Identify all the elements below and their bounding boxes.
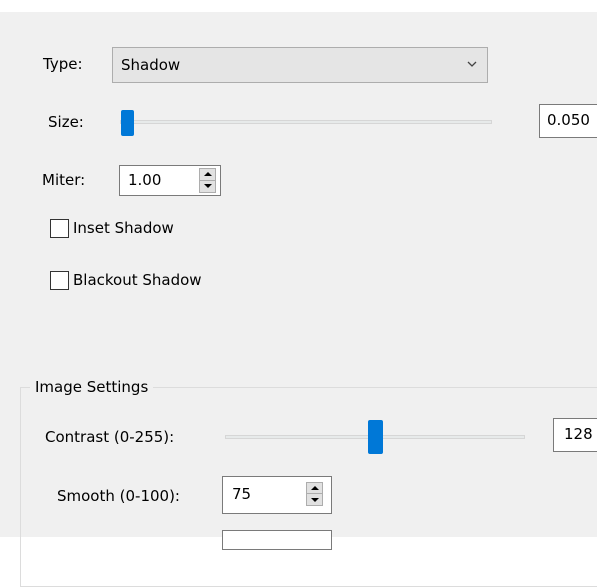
- next-field-input[interactable]: [222, 530, 332, 550]
- miter-label: Miter:: [42, 171, 86, 189]
- type-label: Type:: [43, 55, 83, 73]
- inset-shadow-checkbox[interactable]: [50, 219, 69, 238]
- smooth-spin-up[interactable]: [307, 483, 322, 494]
- type-dropdown-value: Shadow: [121, 56, 181, 74]
- size-label: Size:: [48, 113, 84, 131]
- spin-down-icon: [310, 497, 319, 502]
- smooth-input-value: 75: [232, 485, 252, 503]
- smooth-spin-down[interactable]: [307, 494, 322, 505]
- image-settings-title: Image Settings: [30, 378, 154, 396]
- miter-input-value: 1.00: [128, 171, 162, 189]
- contrast-label: Contrast (0-255):: [45, 428, 175, 446]
- contrast-input-value: 128: [564, 425, 593, 443]
- spin-down-icon: [203, 184, 212, 189]
- blackout-shadow-checkbox[interactable]: [50, 271, 69, 290]
- inset-shadow-label[interactable]: Inset Shadow: [73, 219, 174, 237]
- type-dropdown[interactable]: Shadow: [112, 47, 488, 83]
- size-slider-thumb[interactable]: [121, 110, 134, 136]
- spin-up-icon: [203, 172, 212, 177]
- miter-spin-down[interactable]: [200, 181, 215, 193]
- blackout-shadow-label[interactable]: Blackout Shadow: [73, 271, 202, 289]
- miter-spin-up[interactable]: [200, 169, 215, 181]
- contrast-input[interactable]: 128: [553, 418, 597, 452]
- chevron-down-icon: [467, 61, 477, 67]
- size-input[interactable]: 0.050: [539, 104, 597, 138]
- contrast-slider-thumb[interactable]: [368, 420, 383, 454]
- size-input-value: 0.050: [547, 111, 590, 129]
- smooth-label: Smooth (0-100):: [57, 487, 180, 505]
- miter-spinner[interactable]: [199, 168, 216, 193]
- smooth-spinner[interactable]: [306, 482, 323, 506]
- size-slider-track[interactable]: [120, 120, 492, 124]
- spin-up-icon: [310, 486, 319, 490]
